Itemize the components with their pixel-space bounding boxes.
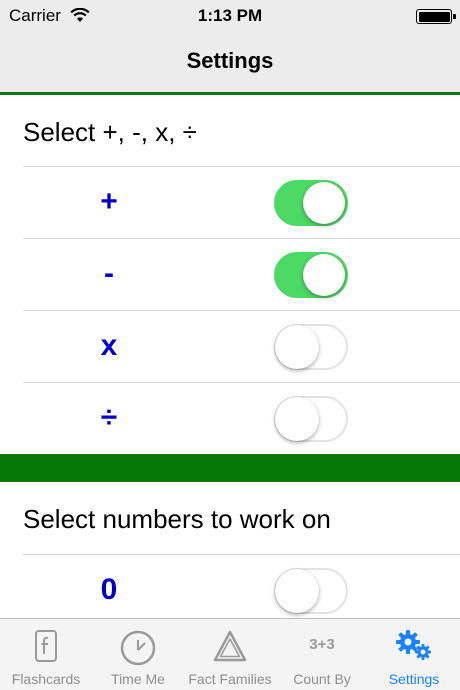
tab-label: Fact Families — [188, 671, 272, 687]
tab-settings[interactable]: Settings — [368, 619, 460, 690]
multiply-toggle[interactable] — [274, 324, 348, 370]
gears-icon — [396, 630, 431, 660]
plus-toggle[interactable] — [274, 180, 348, 226]
numbers-section-header: Select numbers to work on — [0, 482, 460, 554]
clock-icon — [120, 630, 156, 666]
numbers-section-title: Select numbers to work on — [23, 504, 331, 534]
tab-label: Count By — [293, 671, 351, 687]
number-row-0: 0 — [0, 554, 460, 626]
page-title: Settings — [186, 48, 274, 73]
multiply-label: x — [100, 329, 118, 362]
tab-count-by[interactable]: 3+3 Count By — [276, 619, 368, 690]
operation-row-minus: - — [0, 238, 460, 310]
tab-label: Settings — [388, 671, 440, 687]
tab-label: Time Me — [111, 671, 165, 687]
operations-section-header: Select +, -, x, ÷ — [0, 95, 460, 167]
minus-toggle[interactable] — [274, 252, 348, 298]
operation-row-multiply: x — [0, 310, 460, 382]
tab-time-me[interactable]: Time Me — [92, 619, 184, 690]
navigation-bar: Settings — [0, 32, 460, 92]
tab-label: Flashcards — [11, 671, 81, 687]
clock-time: 1:13 PM — [197, 6, 263, 25]
plus-label: + — [100, 185, 118, 218]
status-bar: Carrier 1:13 PM — [0, 0, 460, 32]
tab-fact-families[interactable]: Fact Families — [184, 619, 276, 690]
tab-bar: Flashcards Time Me Fact Families 3+3 Cou… — [0, 618, 460, 690]
flashcard-icon — [35, 630, 57, 662]
count-by-icon: 3+3 — [309, 636, 334, 653]
operation-row-divide: ÷ — [0, 382, 460, 454]
divide-toggle[interactable] — [274, 396, 348, 442]
section-divider-band — [0, 454, 460, 482]
minus-label: - — [104, 257, 114, 290]
operation-row-plus: + — [0, 166, 460, 238]
number-0-toggle[interactable] — [274, 568, 348, 614]
operations-section-title: Select +, -, x, ÷ — [23, 117, 197, 147]
battery-icon — [416, 9, 456, 24]
number-label: 0 — [100, 573, 118, 606]
svg-text:3+3: 3+3 — [309, 636, 334, 653]
triangle-icon — [213, 630, 247, 662]
tab-flashcards[interactable]: Flashcards — [0, 619, 92, 690]
divide-label: ÷ — [100, 401, 118, 434]
